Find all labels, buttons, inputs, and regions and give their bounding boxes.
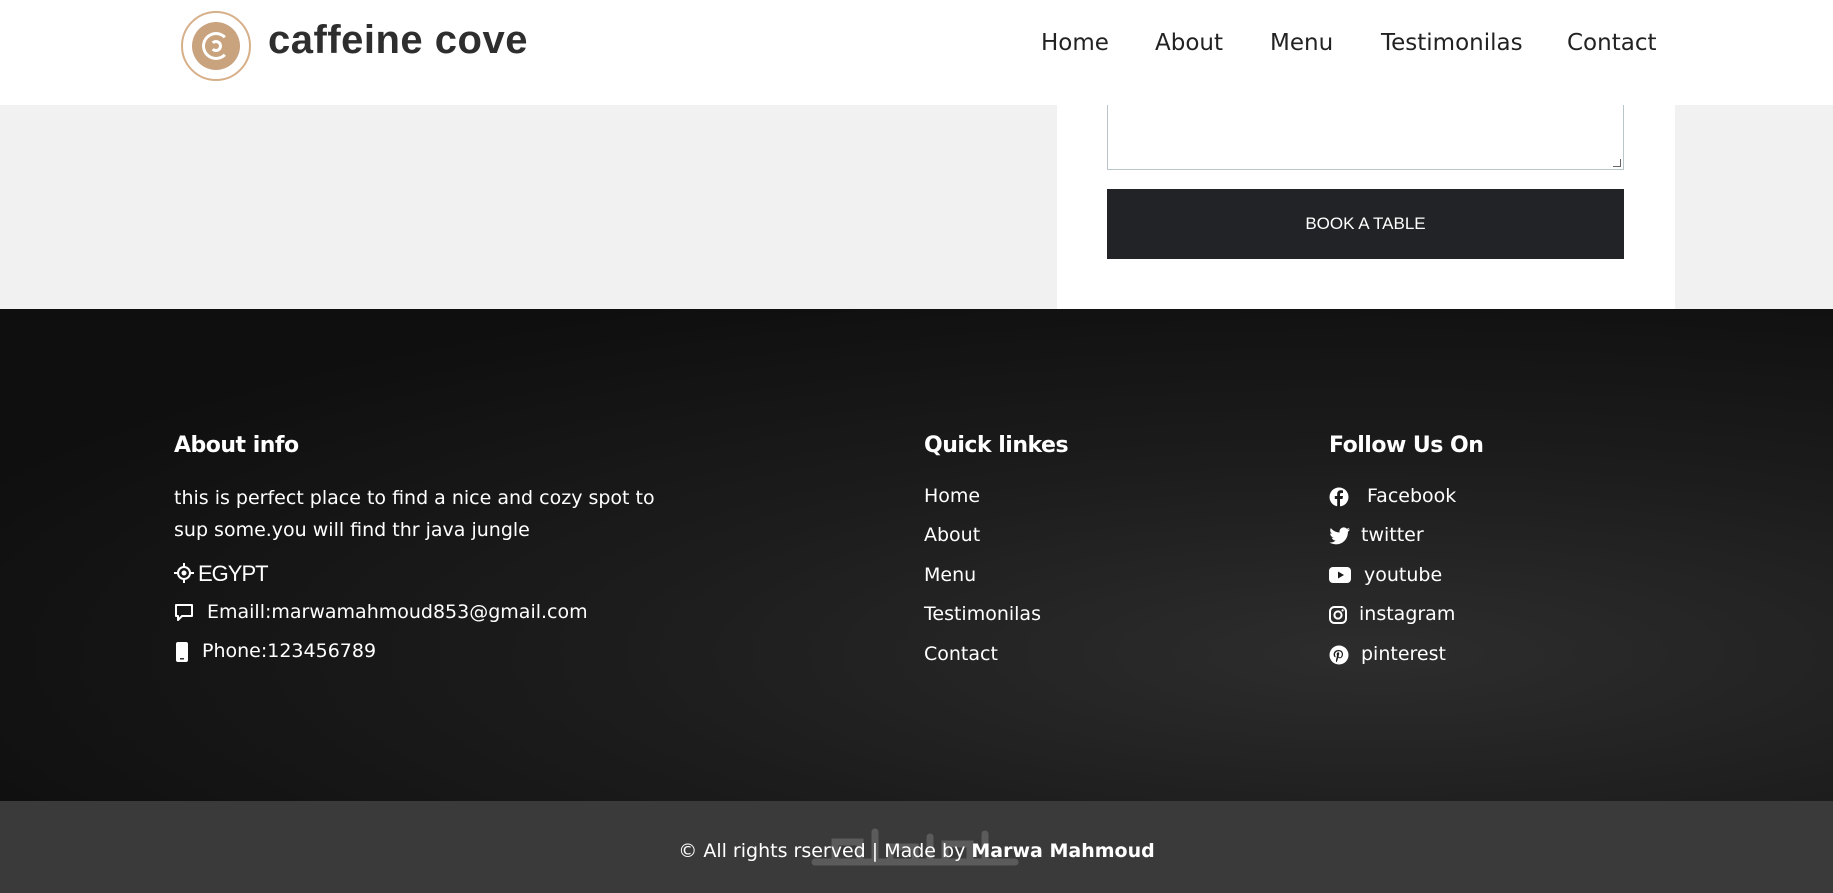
- book-table-button[interactable]: BOOK A TABLE: [1107, 189, 1624, 259]
- footer-link-contact[interactable]: Contact: [924, 643, 998, 665]
- nav-contact[interactable]: Contact: [1567, 30, 1656, 56]
- twitter-icon[interactable]: [1329, 527, 1350, 545]
- footer-link-menu[interactable]: Menu: [924, 564, 976, 586]
- brand-name[interactable]: caffeine cove: [268, 18, 528, 63]
- copyright-prefix: © All rights rserved | Made by: [678, 840, 972, 862]
- phone-icon: [176, 642, 188, 662]
- pinterest-icon[interactable]: [1329, 645, 1349, 665]
- message-icon: [175, 604, 193, 621]
- copyright-text: © All rights rserved | Made by Marwa Mah…: [0, 840, 1833, 862]
- message-textarea[interactable]: [1107, 95, 1624, 170]
- social-link-pinterest[interactable]: pinterest: [1361, 643, 1446, 665]
- footer-link-home[interactable]: Home: [924, 485, 980, 507]
- phone-text: Phone:123456789: [202, 640, 377, 662]
- about-description-line-2: sup some.you will find thr java jungle: [174, 519, 530, 541]
- site-header: caffeine cove Home About Menu Testimonil…: [0, 0, 1833, 105]
- social-link-twitter[interactable]: twitter: [1361, 524, 1424, 546]
- footer-link-testimonials[interactable]: Testimonilas: [924, 603, 1041, 625]
- social-link-instagram[interactable]: instagram: [1359, 603, 1455, 625]
- quick-links-heading: Quick linkes: [924, 433, 1069, 458]
- social-link-facebook[interactable]: Facebook: [1367, 485, 1456, 507]
- nav-testimonials[interactable]: Testimonilas: [1381, 30, 1523, 56]
- site-footer: [0, 309, 1833, 801]
- footer-link-about[interactable]: About: [924, 524, 980, 546]
- copyright-author[interactable]: Marwa Mahmoud: [971, 840, 1154, 862]
- social-link-youtube[interactable]: youtube: [1364, 564, 1442, 586]
- coffee-logo-icon[interactable]: [181, 11, 251, 81]
- youtube-icon[interactable]: [1329, 567, 1351, 583]
- email-text: Emaill:marwamahmoud853@gmail.com: [207, 601, 588, 623]
- about-info-heading: About info: [174, 433, 299, 458]
- instagram-icon[interactable]: [1329, 606, 1347, 624]
- resize-handle-icon[interactable]: [1613, 159, 1621, 167]
- nav-about[interactable]: About: [1155, 30, 1223, 56]
- facebook-icon[interactable]: [1329, 487, 1349, 507]
- location-target-icon: [174, 563, 194, 583]
- nav-menu[interactable]: Menu: [1270, 30, 1333, 56]
- nav-home[interactable]: Home: [1041, 30, 1109, 56]
- follow-us-heading: Follow Us On: [1329, 433, 1484, 458]
- about-description-line-1: this is perfect place to find a nice and…: [174, 487, 655, 509]
- location-text: EGYPT: [198, 561, 269, 586]
